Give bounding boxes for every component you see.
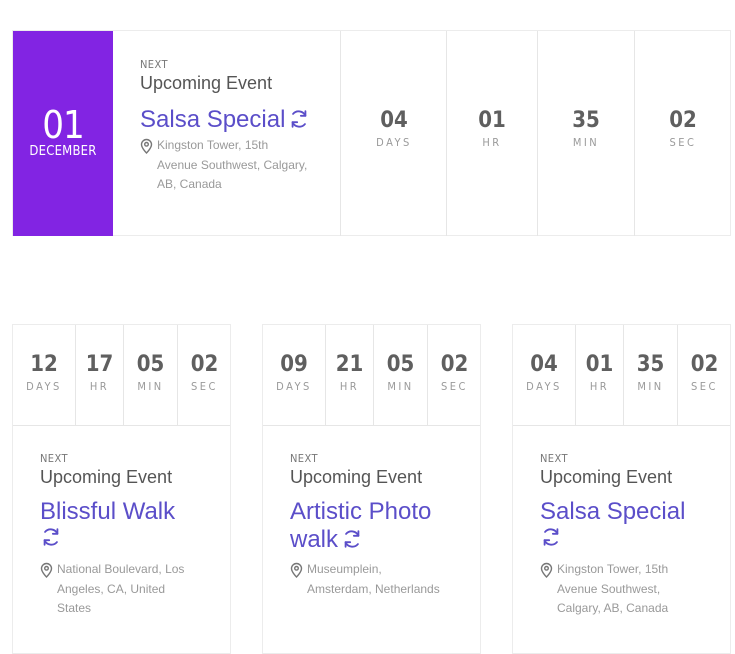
address-line: States <box>57 601 92 615</box>
featured-event-widget: 01 DECEMBER NEXT Upcoming Event Salsa Sp… <box>12 30 731 236</box>
upcoming-event-label: Upcoming Event <box>140 73 273 93</box>
countdown-unit: DAYS <box>276 380 312 393</box>
upcoming-event-label: Upcoming Event <box>290 467 423 487</box>
countdown-value: 35 <box>572 108 600 133</box>
address-line: Museumplein, <box>307 562 382 576</box>
next-label: NEXT <box>290 452 318 465</box>
address-line: Kingston Tower, 15th <box>557 562 669 576</box>
countdown-value: 05 <box>136 352 165 377</box>
event-info: NEXT Upcoming Event Artistic Photo walk … <box>290 452 460 599</box>
countdown-value: 21 <box>335 352 364 377</box>
countdown-unit: SEC <box>691 380 718 393</box>
countdown-value: 01 <box>478 108 506 133</box>
next-label: NEXT <box>140 58 168 71</box>
divider <box>263 425 480 426</box>
countdown-hours: 21 HR <box>326 325 374 425</box>
countdown-days: 04 DAYS <box>513 325 576 425</box>
countdown-seconds: 02 SEC <box>634 31 731 236</box>
countdown-unit: HR <box>89 380 110 393</box>
countdown-value: 01 <box>585 352 614 377</box>
address-line: National Boulevard, Los <box>57 562 185 576</box>
countdown-value: 04 <box>530 352 558 377</box>
event-info: NEXT Upcoming Event Salsa Special Kingst… <box>140 58 330 195</box>
countdown-value: 05 <box>386 352 415 377</box>
event-location: National Boulevard, Los Angeles, CA, Uni… <box>40 560 210 619</box>
address-line: Amsterdam, Netherlands <box>307 581 440 596</box>
event-card: 12 DAYS 17 HR 05 MIN 02 SEC NEXT Upcomin… <box>12 324 231 654</box>
countdown-unit: MIN <box>637 380 664 393</box>
repeat-icon <box>288 108 310 130</box>
countdown-hours: 17 HR <box>76 325 124 425</box>
countdown-unit: SEC <box>669 136 697 149</box>
map-pin-icon <box>40 562 53 578</box>
next-label: NEXT <box>540 452 568 465</box>
countdown-days: 12 DAYS <box>13 325 76 425</box>
countdown-days: 04 DAYS <box>340 31 447 236</box>
countdown-minutes: 35 MIN <box>624 325 678 425</box>
map-pin-icon <box>140 138 153 154</box>
countdown-seconds: 02 SEC <box>678 325 731 425</box>
countdown-minutes: 05 MIN <box>374 325 428 425</box>
address-line: Calgary, AB, Canada <box>557 601 669 615</box>
countdown-unit: DAYS <box>526 380 562 393</box>
address-line: Kingston Tower, 15th <box>157 138 269 152</box>
event-month: DECEMBER <box>29 144 97 159</box>
next-label: NEXT <box>40 452 68 465</box>
event-title-link[interactable]: Salsa Special <box>540 498 710 526</box>
countdown-hours: 01 HR <box>446 31 537 236</box>
countdown-value: 09 <box>280 352 308 377</box>
countdown-value: 17 <box>85 352 114 377</box>
repeat-icon <box>540 526 562 548</box>
countdown-minutes: 35 MIN <box>537 31 634 236</box>
event-title-link[interactable]: walk <box>290 526 338 553</box>
countdown-minutes: 05 MIN <box>124 325 178 425</box>
map-pin-icon <box>540 562 553 578</box>
map-pin-icon <box>290 562 303 578</box>
event-location: Kingston Tower, 15th Avenue Southwest, C… <box>540 560 710 619</box>
countdown-days: 09 DAYS <box>263 325 326 425</box>
repeat-icon <box>341 528 363 550</box>
countdown-value: 02 <box>440 352 469 377</box>
countdown-unit: SEC <box>441 380 468 393</box>
countdown-value: 02 <box>669 108 697 133</box>
address-line: Avenue Southwest, Calgary, <box>157 157 308 172</box>
countdown-value: 12 <box>30 352 58 377</box>
countdown-unit: SEC <box>191 380 218 393</box>
address-line: AB, Canada <box>157 177 222 191</box>
upcoming-event-label: Upcoming Event <box>40 467 173 487</box>
upcoming-event-label: Upcoming Event <box>540 467 673 487</box>
countdown-seconds: 02 SEC <box>428 325 481 425</box>
countdown-unit: MIN <box>137 380 164 393</box>
event-location: Kingston Tower, 15th Avenue Southwest, C… <box>140 136 330 195</box>
event-location: Museumplein, Amsterdam, Netherlands <box>290 560 460 599</box>
event-info: NEXT Upcoming Event Salsa Special Kingst… <box>540 452 710 619</box>
countdown-unit: DAYS <box>376 136 412 149</box>
event-card: 04 DAYS 01 HR 35 MIN 02 SEC NEXT Upcomin… <box>512 324 731 654</box>
event-title-link[interactable]: Salsa Special <box>140 106 285 133</box>
countdown-seconds: 02 SEC <box>178 325 231 425</box>
event-title-link[interactable]: Blissful Walk <box>40 498 210 526</box>
countdown-unit: MIN <box>387 380 414 393</box>
countdown-hours: 01 HR <box>576 325 624 425</box>
repeat-icon <box>40 526 62 548</box>
countdown-unit: DAYS <box>26 380 62 393</box>
countdown-unit: HR <box>482 136 502 149</box>
address-line: Angeles, CA, United <box>57 581 166 596</box>
countdown-value: 35 <box>636 352 665 377</box>
event-card: 09 DAYS 21 HR 05 MIN 02 SEC NEXT Upcomin… <box>262 324 481 654</box>
countdown-unit: HR <box>339 380 360 393</box>
event-info: NEXT Upcoming Event Blissful Walk Nation… <box>40 452 210 619</box>
address-line: Avenue Southwest, <box>557 581 661 596</box>
countdown-value: 02 <box>190 352 219 377</box>
countdown-value: 04 <box>380 108 408 133</box>
event-title-link[interactable]: Artistic Photo <box>290 498 460 526</box>
countdown-unit: HR <box>589 380 610 393</box>
event-day: 01 <box>42 103 85 147</box>
divider <box>13 425 230 426</box>
countdown-value: 02 <box>690 352 719 377</box>
countdown-unit: MIN <box>572 136 600 149</box>
divider <box>513 425 730 426</box>
event-date-box: 01 DECEMBER <box>13 31 113 236</box>
